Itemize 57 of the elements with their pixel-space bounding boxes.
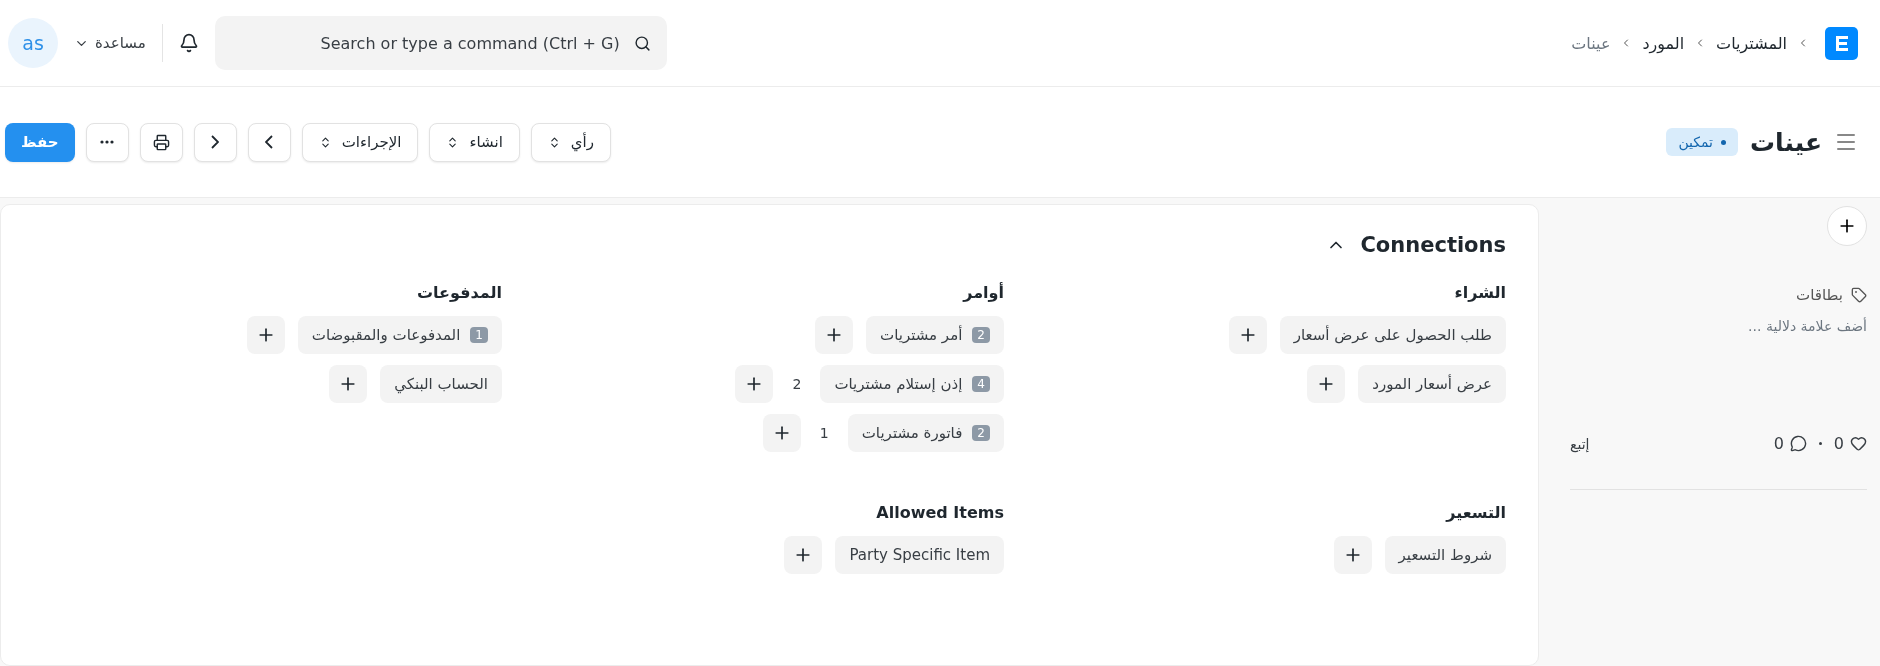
connection-link[interactable]: الحساب البنكي <box>380 365 502 403</box>
count-badge: 2 <box>972 425 990 441</box>
count-badge: 2 <box>972 327 990 343</box>
add-button[interactable] <box>762 414 801 452</box>
section-title: Connections <box>1360 233 1506 257</box>
add-button[interactable] <box>1228 316 1267 354</box>
search-bar[interactable]: Search or type a command (Ctrl + G) <box>214 16 667 70</box>
ellipsis-icon <box>100 140 115 144</box>
add-button[interactable] <box>1333 536 1372 574</box>
chevron-left-icon <box>265 135 274 149</box>
help-menu[interactable]: مساعدة <box>74 34 146 52</box>
dropdown-button[interactable]: رأي <box>530 122 611 162</box>
comment-icon[interactable] <box>1789 435 1807 452</box>
print-button[interactable] <box>139 122 183 162</box>
open-count: 1 <box>818 425 830 441</box>
add-button[interactable] <box>784 536 823 574</box>
dropdown-button[interactable]: الإجراءات <box>301 122 419 162</box>
bell-icon <box>178 33 199 53</box>
add-button[interactable] <box>246 316 285 354</box>
add-button[interactable] <box>735 365 774 403</box>
search-icon <box>633 34 651 52</box>
logo-icon[interactable] <box>1825 26 1858 60</box>
tag-icon <box>1851 287 1867 303</box>
add-button[interactable] <box>1827 206 1867 246</box>
like-count: 0 <box>1833 434 1844 453</box>
add-button[interactable] <box>815 316 853 354</box>
add-tag-link[interactable]: أضف علامة دلالية ... <box>1570 318 1867 334</box>
count-badge: 1 <box>470 327 488 343</box>
group-title: المدفوعات <box>416 283 502 302</box>
group-title: الشراء <box>1453 283 1506 302</box>
connection-link[interactable]: عرض أسعار المورد <box>1358 365 1506 403</box>
add-button[interactable] <box>329 365 368 403</box>
breadcrumb-link[interactable]: المورد <box>1642 33 1685 53</box>
tags-label: بطاقات <box>1796 286 1843 304</box>
follow-link[interactable]: إتبع <box>1570 435 1590 452</box>
printer-icon <box>152 133 170 151</box>
add-button[interactable] <box>1307 365 1346 403</box>
dropdown-button[interactable]: انشاء <box>429 122 520 162</box>
group-title: Allowed Items <box>875 503 1004 522</box>
breadcrumb-link[interactable]: المشتريات <box>1716 33 1787 53</box>
connection-link[interactable]: شروط التسعير <box>1384 536 1506 574</box>
heart-icon[interactable] <box>1850 435 1867 452</box>
connection-link[interactable]: طلب الحصول على عرض أسعار <box>1279 316 1506 354</box>
comment-count: 0 <box>1773 434 1784 453</box>
notification-button[interactable] <box>178 33 199 53</box>
previous-button[interactable] <box>193 122 237 162</box>
breadcrumb-link[interactable]: عينات <box>1571 33 1611 53</box>
status-badge: تمكين <box>1666 128 1738 156</box>
dot-separator <box>1818 442 1822 445</box>
connection-link[interactable]: Party Specific Item <box>835 536 1004 574</box>
chevron-right-icon <box>211 135 220 149</box>
page-title: عينات <box>1750 127 1822 157</box>
count-badge: 4 <box>972 376 990 392</box>
search-field[interactable]: Search or type a command (Ctrl + G) <box>230 32 622 54</box>
group-title: التسعير <box>1444 503 1506 522</box>
open-count: 2 <box>791 376 803 392</box>
group-title: أوامر <box>961 283 1004 302</box>
